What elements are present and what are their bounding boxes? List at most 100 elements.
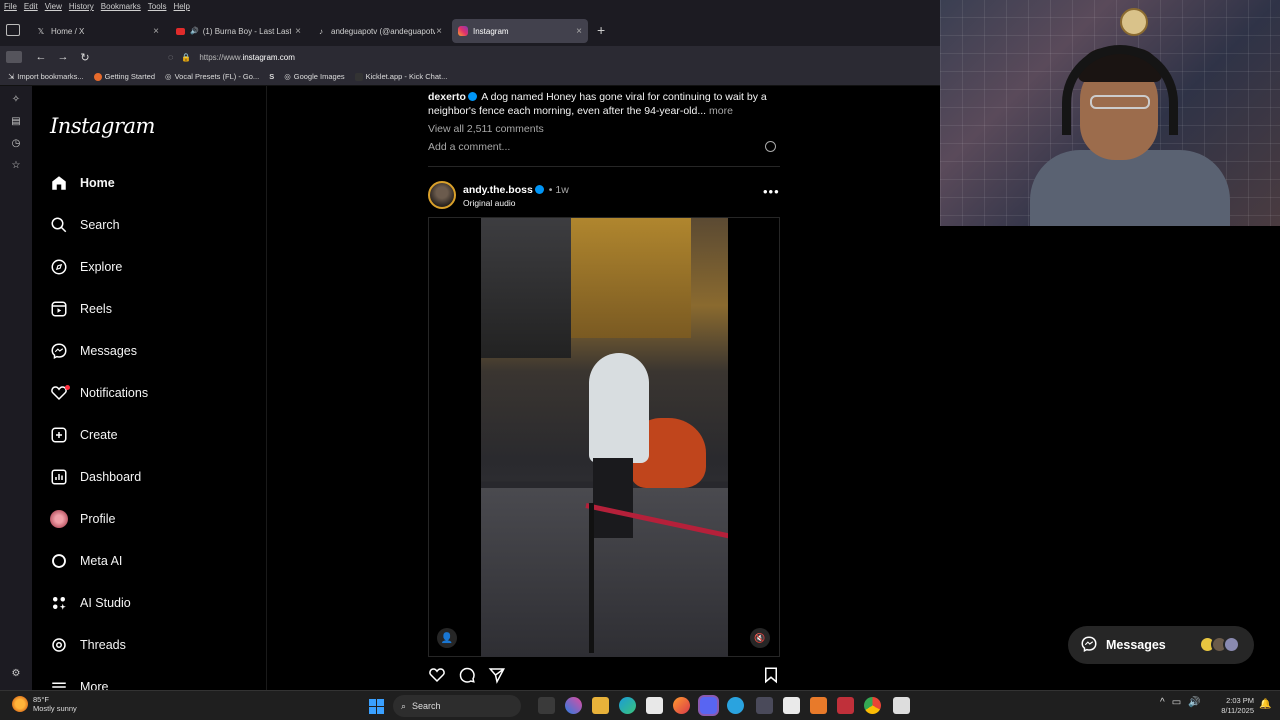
- nav-meta-ai[interactable]: Meta AI: [50, 549, 122, 573]
- shield-icon[interactable]: ◌: [168, 52, 173, 62]
- reel-video[interactable]: [481, 218, 728, 657]
- kicklet-icon: [354, 72, 363, 81]
- menu-history[interactable]: History: [69, 0, 94, 14]
- post-time[interactable]: 1w: [555, 184, 568, 196]
- emoji-icon[interactable]: [765, 141, 776, 152]
- youtube-icon: [176, 27, 185, 35]
- tab-tiktok[interactable]: ♪ andeguapotv (@andeguapotv) ×: [310, 19, 448, 43]
- close-icon[interactable]: ×: [436, 26, 442, 37]
- nav-notifications[interactable]: Notifications: [50, 381, 148, 405]
- taskbar-search[interactable]: ⌕ Search: [393, 695, 521, 717]
- fl-studio-icon[interactable]: [810, 697, 827, 714]
- notification-bell-icon[interactable]: 🔔: [1259, 699, 1271, 710]
- url-bar[interactable]: ◌ 🔒 https://www.instagram.com: [168, 49, 928, 65]
- new-tab-icon[interactable]: +: [597, 22, 605, 38]
- synced-tabs-icon[interactable]: ▤: [10, 116, 22, 128]
- menu-tools[interactable]: Tools: [148, 0, 167, 14]
- view-comments-link[interactable]: View all 2,511 comments: [428, 123, 544, 135]
- menu-view[interactable]: View: [45, 0, 62, 14]
- ai-chat-icon[interactable]: ✧: [10, 94, 22, 106]
- weather-widget[interactable]: 85°F Mostly sunny: [12, 695, 77, 713]
- lock-icon[interactable]: 🔒: [181, 53, 191, 62]
- reels-icon: [50, 300, 68, 318]
- menu-bookmarks[interactable]: Bookmarks: [101, 0, 141, 14]
- menu-file[interactable]: File: [4, 0, 17, 14]
- nav-search[interactable]: Search: [50, 213, 120, 237]
- tab-youtube[interactable]: 🔊 (1) Burna Boy - Last Last (O ×: [170, 19, 307, 43]
- nav-threads[interactable]: Threads: [50, 633, 126, 657]
- reload-icon[interactable]: ↻: [74, 51, 96, 64]
- nav-dashboard[interactable]: Dashboard: [50, 465, 141, 489]
- copilot-icon[interactable]: [565, 697, 582, 714]
- post-media[interactable]: 👤 🔇: [428, 217, 780, 657]
- compass-icon: [50, 258, 68, 276]
- windows-taskbar: 85°F Mostly sunny ⌕ Search ^ ▭ 🔊 2:03 PM…: [0, 690, 1280, 720]
- back-icon[interactable]: ←: [30, 51, 52, 63]
- tab-list-icon[interactable]: [6, 24, 20, 36]
- windows-start-icon[interactable]: [369, 699, 384, 714]
- post-header: andy.the.boss • 1w Original audio •••: [428, 180, 780, 212]
- telegram-icon[interactable]: [727, 697, 744, 714]
- taskbar-clock[interactable]: 2:03 PM 8/11/2025: [1212, 696, 1254, 716]
- more-options-icon[interactable]: •••: [763, 184, 780, 199]
- bookmark-import[interactable]: ⇲ Import bookmarks...: [8, 72, 84, 81]
- nav-messages[interactable]: Messages: [50, 339, 137, 363]
- post-username[interactable]: andy.the.boss: [463, 184, 533, 196]
- bookmark-vocal-presets[interactable]: ◎ Vocal Presets (FL) - Go...: [165, 72, 259, 81]
- speaker-icon[interactable]: 🔊: [190, 27, 199, 35]
- like-heart-icon[interactable]: [428, 666, 446, 684]
- file-explorer-icon[interactable]: [592, 697, 609, 714]
- instagram-logo[interactable]: Instagram: [50, 114, 155, 138]
- discord-icon[interactable]: [700, 697, 717, 714]
- chevron-up-icon[interactable]: ^: [1160, 697, 1165, 708]
- bookmark-kicklet[interactable]: Kicklet.app - Kick Chat...: [354, 72, 447, 81]
- history-icon[interactable]: ◷: [10, 138, 22, 150]
- video-frame-person: [589, 353, 649, 463]
- chrome-icon[interactable]: [864, 697, 881, 714]
- caption-username[interactable]: dexerto: [428, 91, 466, 103]
- comment-icon[interactable]: [458, 666, 476, 684]
- app-icon[interactable]: [756, 697, 773, 714]
- capcut-icon-2[interactable]: [893, 697, 910, 714]
- nav-profile[interactable]: Profile: [50, 507, 115, 531]
- bookmark-getting-started[interactable]: Getting Started: [93, 72, 155, 81]
- tab-x[interactable]: 𝕏 Home / X ×: [30, 19, 165, 43]
- bookmarks-icon[interactable]: ☆: [10, 160, 22, 172]
- post-audio-link[interactable]: Original audio: [463, 198, 515, 208]
- sidebar-toggle-icon[interactable]: [6, 51, 22, 63]
- close-icon[interactable]: ×: [295, 26, 301, 37]
- firefox-icon[interactable]: [673, 697, 690, 714]
- settings-gear-icon[interactable]: ⚙: [10, 668, 22, 680]
- nav-explore[interactable]: Explore: [50, 255, 122, 279]
- task-view-icon[interactable]: [538, 697, 555, 714]
- post-avatar[interactable]: [428, 181, 456, 209]
- add-comment-input[interactable]: Add a comment...: [428, 141, 510, 153]
- app-icon-red[interactable]: [837, 697, 854, 714]
- share-icon[interactable]: [488, 666, 506, 684]
- caption-more-link[interactable]: more: [709, 105, 733, 117]
- profile-avatar-icon: [50, 510, 68, 528]
- tagged-user-icon[interactable]: 👤: [437, 628, 457, 648]
- menu-edit[interactable]: Edit: [24, 0, 38, 14]
- forward-icon[interactable]: →: [52, 51, 74, 63]
- edge-icon[interactable]: [619, 697, 636, 714]
- navigation-bar: ← → ↻ ◌ 🔒 https://www.instagram.com: [0, 46, 940, 68]
- bookmark-google-images[interactable]: ◎ Google Images: [284, 72, 344, 81]
- messages-floating-button[interactable]: Messages: [1068, 626, 1254, 664]
- close-icon[interactable]: ×: [576, 26, 582, 37]
- tab-instagram[interactable]: Instagram ×: [452, 19, 588, 43]
- nav-reels[interactable]: Reels: [50, 297, 112, 321]
- store-icon[interactable]: [646, 697, 663, 714]
- volume-icon[interactable]: 🔊: [1188, 697, 1200, 708]
- tiktok-icon: ♪: [319, 26, 323, 36]
- menu-help[interactable]: Help: [173, 0, 189, 14]
- mute-icon[interactable]: 🔇: [750, 628, 770, 648]
- nav-create[interactable]: Create: [50, 423, 118, 447]
- bookmark-s[interactable]: S: [269, 72, 274, 81]
- bookmark-save-icon[interactable]: [762, 666, 780, 684]
- close-icon[interactable]: ×: [153, 26, 159, 37]
- nav-home[interactable]: Home: [50, 171, 115, 195]
- network-icon[interactable]: ▭: [1172, 697, 1181, 708]
- capcut-icon[interactable]: [783, 697, 800, 714]
- nav-ai-studio[interactable]: AI Studio: [50, 591, 131, 615]
